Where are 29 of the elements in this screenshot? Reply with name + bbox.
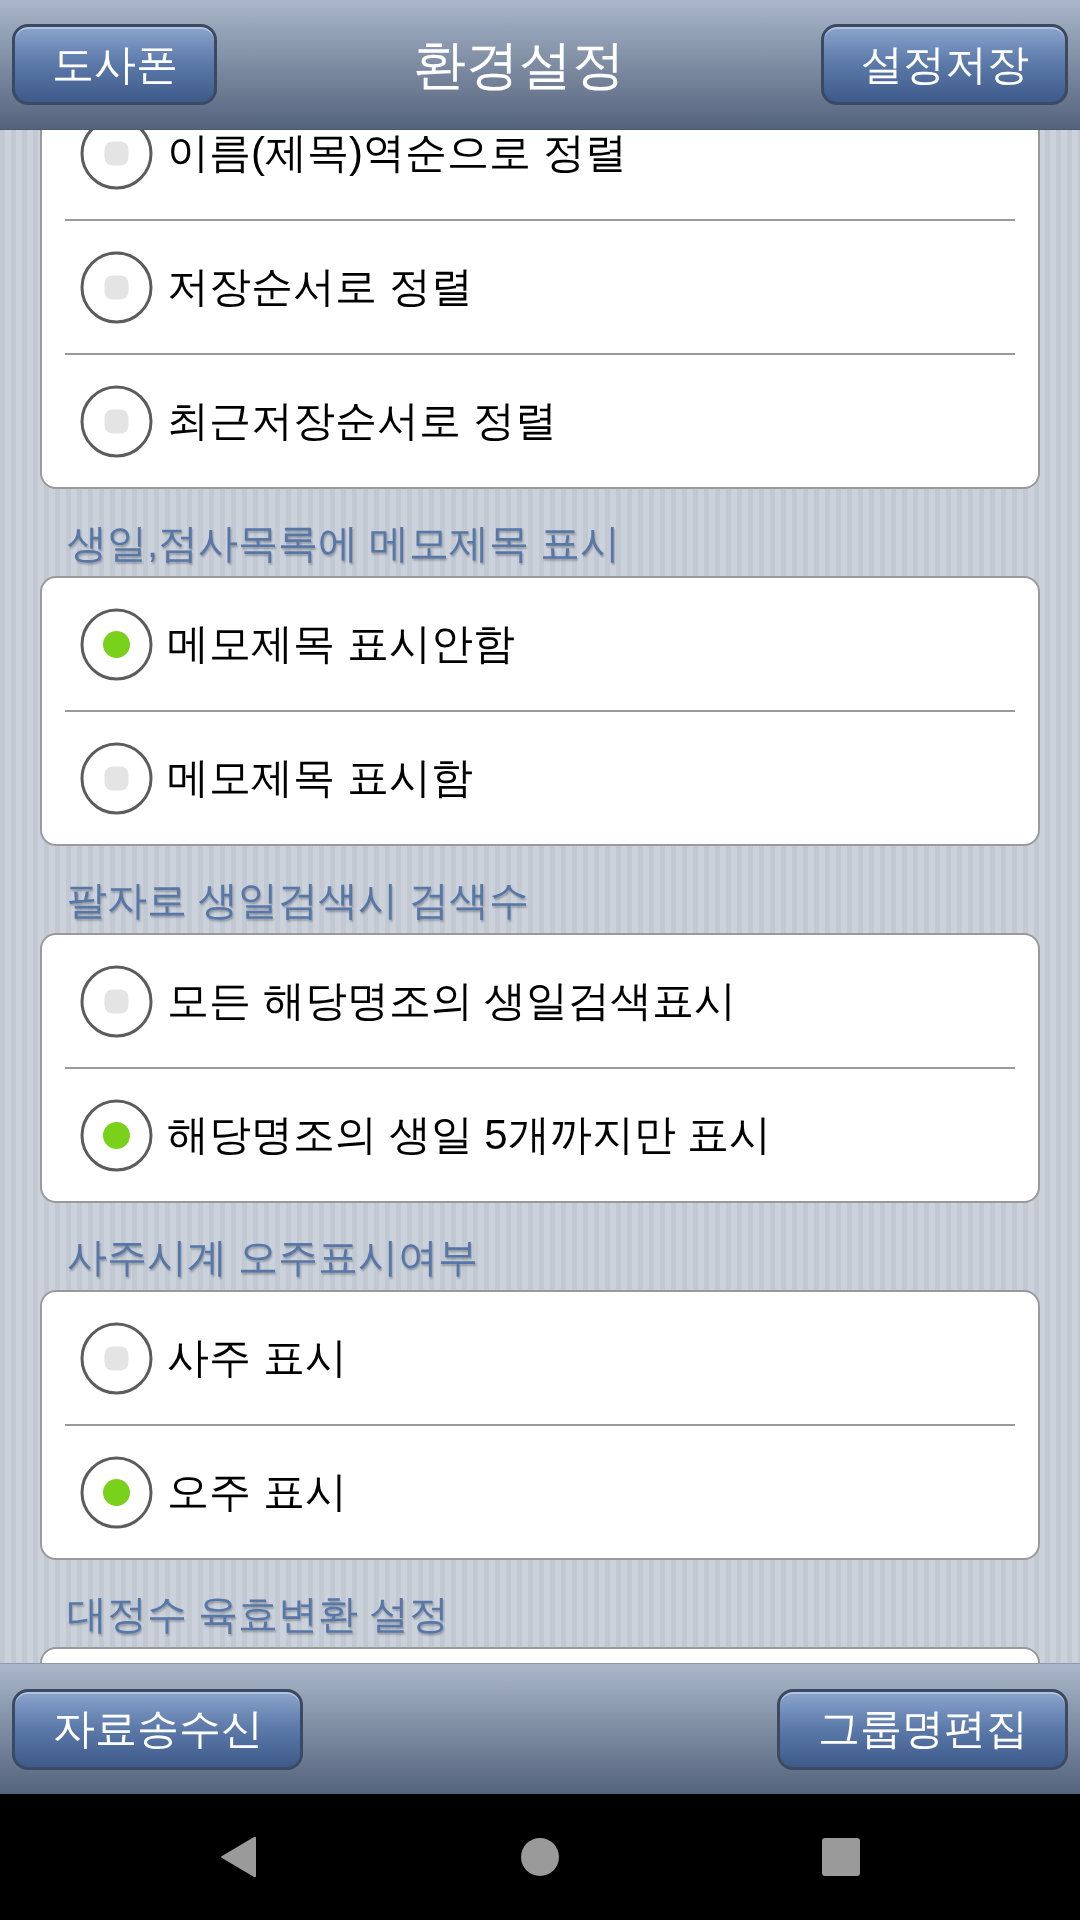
save-settings-button[interactable]: 설정저장 <box>821 24 1068 105</box>
radio-button[interactable] <box>80 1455 153 1529</box>
option-label[interactable]: 모든 해당명조의 생일검색표시 <box>167 980 737 1022</box>
radio-button[interactable] <box>80 130 153 190</box>
option-label[interactable]: 메모제목 표시함 <box>167 757 473 799</box>
option-label[interactable]: 최근저장순서로 정렬 <box>167 400 557 442</box>
back-button[interactable]: 도사폰 <box>12 24 217 105</box>
data-transfer-button[interactable]: 자료송수신 <box>12 1688 303 1770</box>
option-label[interactable]: 사주 표시 <box>167 1337 347 1379</box>
option-label[interactable]: 메모제목 표시안함 <box>167 623 515 665</box>
radio-button[interactable] <box>80 607 153 681</box>
radio-button[interactable] <box>80 250 153 324</box>
group-name-edit-button[interactable]: 그룹명편집 <box>777 1688 1068 1770</box>
radio-button[interactable] <box>80 741 153 815</box>
section-header: 생일,점사목록에 메모제목 표시 <box>66 520 622 567</box>
radio-button[interactable] <box>80 1321 153 1395</box>
option-label[interactable]: 저장순서로 정렬 <box>167 266 473 308</box>
option-label[interactable]: 이름(제목)역순으로 정렬 <box>167 132 627 174</box>
back-icon[interactable] <box>220 1836 258 1878</box>
section-header: 대정수 육효변환 설정 <box>66 1591 451 1638</box>
section-header: 팔자로 생일검색시 검색수 <box>66 877 531 924</box>
radio-button[interactable] <box>80 964 153 1038</box>
screen-title: 환경설정 <box>412 38 626 91</box>
option-label[interactable]: 오주 표시 <box>167 1471 347 1513</box>
home-icon[interactable] <box>521 1838 559 1876</box>
section-header: 사주시계 오주표시여부 <box>66 1234 480 1281</box>
option-label[interactable]: 해당명조의 생일 5개까지만 표시 <box>167 1114 772 1156</box>
radio-button[interactable] <box>80 384 153 458</box>
radio-button[interactable] <box>80 1098 153 1172</box>
